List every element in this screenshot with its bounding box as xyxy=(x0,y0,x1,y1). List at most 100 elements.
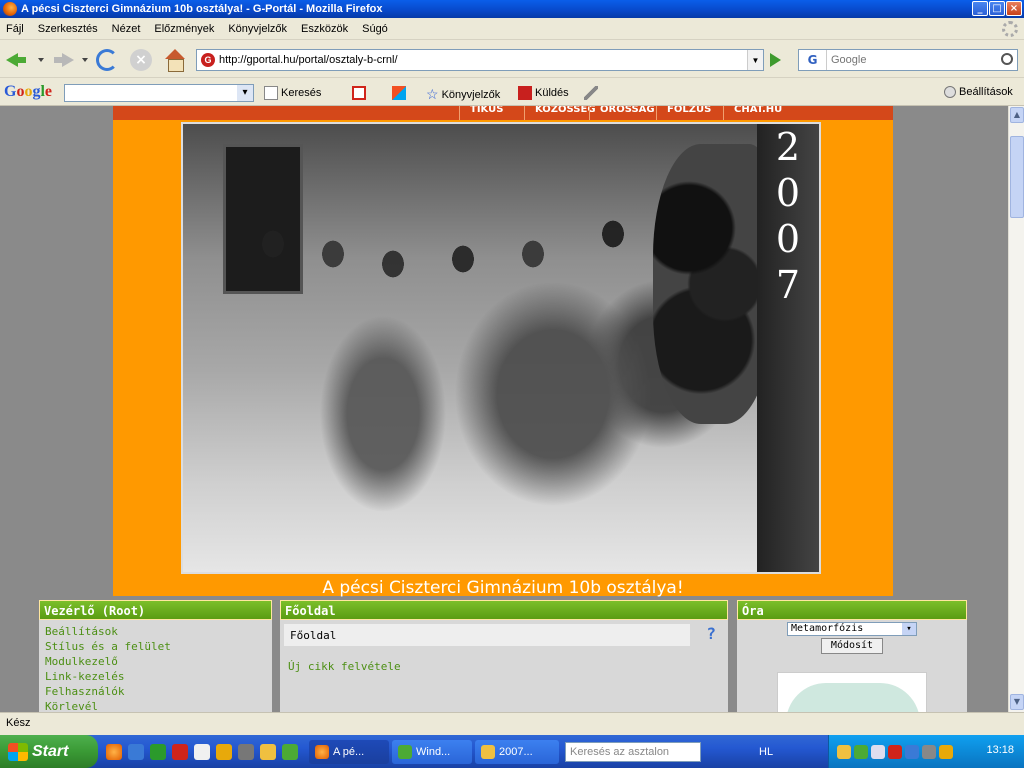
top-nav-item[interactable]: OROSSAG xyxy=(589,106,665,120)
minimize-button[interactable]: _ xyxy=(972,1,988,16)
shield-tray-icon[interactable] xyxy=(837,744,851,759)
search-magnifier-icon[interactable] xyxy=(1001,53,1013,65)
menu-help[interactable]: Súgó xyxy=(362,23,388,35)
back-history-dropdown-icon[interactable] xyxy=(38,58,44,62)
task-windows-messenger[interactable]: Wind... xyxy=(392,739,472,764)
throbber-icon xyxy=(1002,21,1018,37)
vertical-scrollbar[interactable]: ▲ ▼ xyxy=(1008,106,1024,712)
maximize-button[interactable]: □ xyxy=(989,1,1005,16)
menu-bookmarks[interactable]: Könyvjelzők xyxy=(228,23,287,35)
media-quicklaunch-icon[interactable] xyxy=(194,743,210,760)
pencil-icon[interactable] xyxy=(584,86,598,100)
top-nav-item[interactable]: FOLZUS xyxy=(656,106,721,120)
help-icon[interactable]: ? xyxy=(706,624,716,643)
gmail-icon[interactable] xyxy=(352,86,366,100)
year-digit: 0 xyxy=(775,171,801,215)
messenger-tray-icon[interactable] xyxy=(854,744,868,759)
forward-arrow-icon[interactable] xyxy=(52,49,74,71)
clock-style-select[interactable]: Metamorfózis xyxy=(787,622,917,636)
network-tray-icon[interactable] xyxy=(905,744,919,759)
link-links[interactable]: Link-kezelés xyxy=(45,669,266,684)
scroll-down-icon[interactable]: ▼ xyxy=(1010,694,1024,710)
task-firefox[interactable]: A pé... xyxy=(309,739,389,764)
menu-edit[interactable]: Szerkesztés xyxy=(38,23,98,35)
app-tray-icon[interactable] xyxy=(939,744,953,759)
stop-icon[interactable]: × xyxy=(130,49,152,71)
scroll-up-icon[interactable]: ▲ xyxy=(1010,107,1024,123)
url-text[interactable]: http://gportal.hu/portal/osztaly-b-crnl/ xyxy=(219,54,398,66)
banner-caption: A pécsi Ciszterci Gimnázium 10b osztálya… xyxy=(322,578,684,598)
link-modules[interactable]: Modulkezelő xyxy=(45,654,266,669)
top-nav-item[interactable]: TIKUS xyxy=(459,106,513,120)
menu-history[interactable]: Előzmények xyxy=(154,23,214,35)
folder-quicklaunch-icon[interactable] xyxy=(260,743,276,760)
task-folder-2007[interactable]: 2007... xyxy=(475,739,559,764)
page-viewport: TIKUS KOZOSSEG OROSSAG FOLZUS CHAT.HU 2 … xyxy=(0,106,1008,712)
search-tray-icon[interactable] xyxy=(871,744,885,759)
firefox-quicklaunch-icon[interactable] xyxy=(106,743,122,760)
google-toolbar: Google Keresés ☆ Könyvjelzők Küldés Beál… xyxy=(0,78,1024,106)
modify-button[interactable]: Módosít xyxy=(821,638,883,654)
google-logo[interactable]: Google xyxy=(4,83,52,101)
photo-plant xyxy=(653,144,773,424)
folder-task-icon xyxy=(481,744,495,759)
star-icon: ☆ xyxy=(426,86,439,102)
top-nav-item[interactable]: CHAT.HU xyxy=(723,106,792,120)
panel-ora: Óra Metamorfózis Módosít xyxy=(737,600,967,712)
window-controls: _ □ × xyxy=(972,1,1022,16)
status-bar: Kész xyxy=(0,712,1024,732)
url-dropdown-icon[interactable]: ▼ xyxy=(747,50,763,70)
google-settings-button[interactable]: Beállítások xyxy=(944,86,1013,98)
menu-view[interactable]: Nézet xyxy=(112,23,141,35)
vezerlo-links: Beállítások Stílus és a felület Modulkez… xyxy=(39,620,272,712)
windows-flag-icon xyxy=(8,742,28,761)
search-engine-icon[interactable]: G xyxy=(799,50,827,70)
search-bar[interactable]: G xyxy=(798,49,1018,71)
google-search-button[interactable]: Keresés xyxy=(264,86,321,100)
desktop-search-input[interactable]: Keresés az asztalon xyxy=(565,741,701,762)
firefox-icon xyxy=(3,2,17,16)
fooldal-bar: Főoldal ? xyxy=(284,624,716,646)
close-button[interactable]: × xyxy=(1006,1,1022,16)
search-input[interactable] xyxy=(827,54,987,66)
clock-widget xyxy=(777,672,927,712)
link-users[interactable]: Felhasználók xyxy=(45,684,266,699)
url-bar[interactable]: G http://gportal.hu/portal/osztaly-b-crn… xyxy=(196,49,764,71)
tray-clock[interactable]: 13:18 xyxy=(986,744,1014,756)
ie-quicklaunch-icon[interactable] xyxy=(128,743,144,760)
back-arrow-icon[interactable] xyxy=(6,49,28,71)
year-strip: 2 0 0 7 xyxy=(757,124,819,572)
google-search-input[interactable] xyxy=(64,84,254,102)
tool-quicklaunch-icon[interactable] xyxy=(238,743,254,760)
popup-blocker-icon[interactable] xyxy=(392,86,406,100)
app-quicklaunch-icon[interactable] xyxy=(150,743,166,760)
year-digit: 0 xyxy=(775,217,801,261)
language-indicator[interactable]: HL xyxy=(759,746,773,758)
volume-tray-icon[interactable] xyxy=(922,744,936,759)
link-newsletter[interactable]: Körlevél xyxy=(45,699,266,712)
home-icon[interactable] xyxy=(164,49,186,72)
acrobat-quicklaunch-icon[interactable] xyxy=(172,743,188,760)
scroll-thumb[interactable] xyxy=(1010,136,1024,218)
go-arrow-icon[interactable] xyxy=(770,53,781,67)
link-settings[interactable]: Beállítások xyxy=(45,624,266,639)
reload-icon[interactable] xyxy=(96,49,118,71)
menu-file[interactable]: Fájl xyxy=(6,23,24,35)
picasa-quicklaunch-icon[interactable] xyxy=(216,743,232,760)
google-send-button[interactable]: Küldés xyxy=(518,86,569,100)
menu-tools[interactable]: Eszközök xyxy=(301,23,348,35)
forward-history-dropdown-icon[interactable] xyxy=(82,58,88,62)
window-title: A pécsi Ciszterci Gimnázium 10b osztálya… xyxy=(21,3,383,15)
google-bookmarks-button[interactable]: ☆ Könyvjelzők xyxy=(426,86,500,103)
quick-launch xyxy=(98,743,306,760)
start-button[interactable]: Start xyxy=(0,735,98,768)
panel-vezerlo: Vezérlő (Root) Beállítások Stílus és a f… xyxy=(39,600,272,712)
status-text: Kész xyxy=(6,716,31,729)
messenger-quicklaunch-icon[interactable] xyxy=(282,743,298,760)
new-article-link[interactable]: Új cikk felvétele xyxy=(288,660,720,673)
panel-title: Főoldal xyxy=(280,600,728,620)
antivirus-tray-icon[interactable] xyxy=(888,744,902,759)
class-photo: 2 0 0 7 xyxy=(181,122,821,574)
link-style[interactable]: Stílus és a felület xyxy=(45,639,266,654)
firefox-task-icon xyxy=(315,744,329,759)
